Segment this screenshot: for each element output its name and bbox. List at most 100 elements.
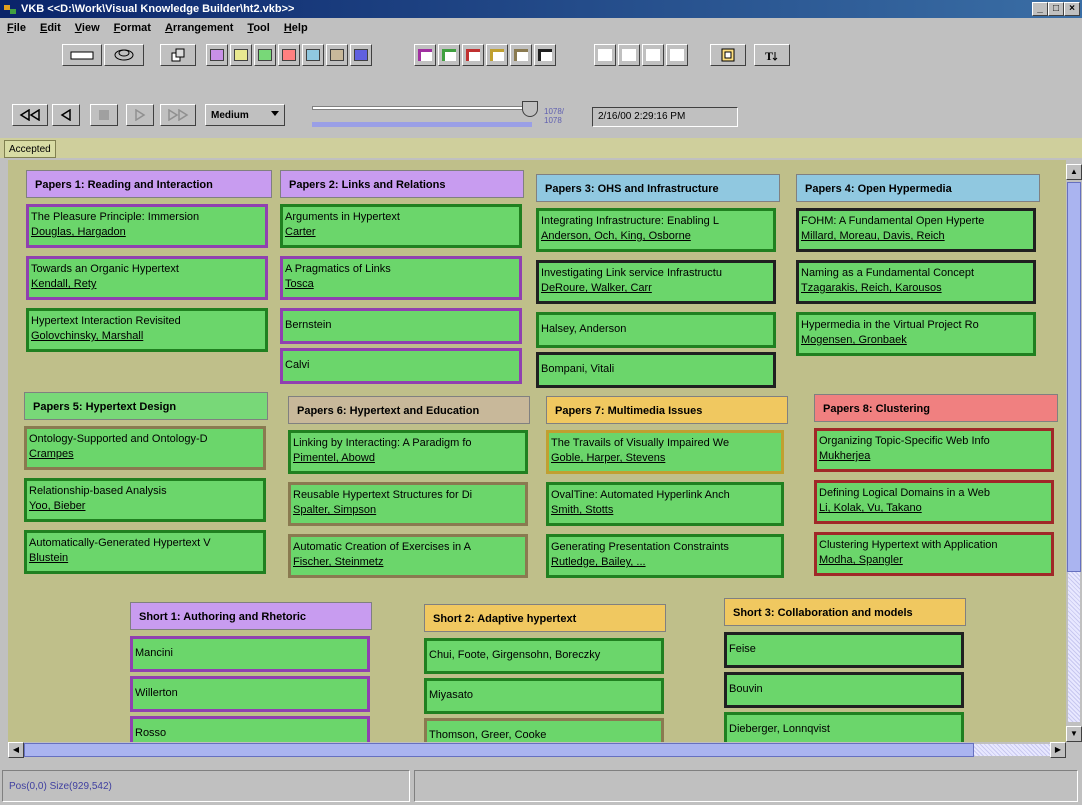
new-collection-button[interactable] bbox=[62, 44, 102, 66]
paper-note[interactable]: Ontology-Supported and Ontology-D Crampes bbox=[24, 426, 266, 470]
paper-note[interactable]: Hypertext Interaction Revisited Golovchin… bbox=[26, 308, 268, 352]
scroll-down-icon[interactable]: ▼ bbox=[1066, 726, 1082, 742]
link-button[interactable] bbox=[104, 44, 144, 66]
border-color-button[interactable] bbox=[486, 44, 508, 66]
fill-color-button[interactable] bbox=[302, 44, 324, 66]
image-button[interactable] bbox=[710, 44, 746, 66]
collection-title[interactable]: Papers 4: Open Hypermedia bbox=[796, 174, 1040, 202]
minimize-button[interactable]: _ bbox=[1032, 2, 1048, 16]
paper-title: Naming as a Fundamental Concept bbox=[801, 267, 975, 279]
fill-color-button[interactable] bbox=[254, 44, 276, 66]
vertical-scrollbar[interactable]: ▲ ▼ bbox=[1066, 160, 1082, 742]
collection-title[interactable]: Short 2: Adaptive hypertext bbox=[424, 604, 666, 632]
paper-note[interactable]: Reusable Hypertext Structures for Di Spal… bbox=[288, 482, 528, 526]
menu-format[interactable]: Format bbox=[107, 22, 158, 34]
paper-note[interactable]: Organizing Topic-Specific Web Info Mukher… bbox=[814, 428, 1054, 472]
menu-view[interactable]: View bbox=[68, 22, 107, 34]
paper-note[interactable]: Arguments in Hypertext Carter bbox=[280, 204, 522, 248]
border-color-button[interactable] bbox=[534, 44, 556, 66]
paper-note[interactable]: A Pragmatics of Links Tosca bbox=[280, 256, 522, 300]
tab-accepted[interactable]: Accepted bbox=[4, 140, 56, 158]
paper-note[interactable]: Bompani, Vitali bbox=[536, 352, 776, 388]
menu-edit[interactable]: Edit bbox=[33, 22, 68, 34]
paper-note[interactable]: Thomson, Greer, Cooke bbox=[424, 718, 664, 742]
menu-file[interactable]: File bbox=[0, 22, 33, 34]
status-empty-panel bbox=[414, 770, 1078, 802]
collection-title[interactable]: Papers 5: Hypertext Design bbox=[24, 392, 268, 420]
fast-forward-button[interactable] bbox=[160, 104, 196, 126]
paper-note[interactable]: Automatic Creation of Exercises in A Fisc… bbox=[288, 534, 528, 578]
collection-title[interactable]: Short 1: Authoring and Rhetoric bbox=[130, 602, 372, 630]
paper-note[interactable]: Investigating Link service Infrastructu D… bbox=[536, 260, 776, 304]
history-slider-thumb[interactable] bbox=[522, 101, 538, 117]
border-style-button[interactable] bbox=[618, 44, 640, 66]
close-button[interactable]: × bbox=[1064, 2, 1080, 16]
history-slider-track[interactable] bbox=[312, 106, 532, 110]
fill-color-button[interactable] bbox=[326, 44, 348, 66]
paper-note[interactable]: Feise bbox=[724, 632, 964, 668]
maximize-button[interactable]: □ bbox=[1048, 2, 1064, 16]
speed-select[interactable]: Medium bbox=[205, 104, 285, 126]
paper-note[interactable]: Automatically-Generated Hypertext V Blust… bbox=[24, 530, 266, 574]
border-color-button[interactable] bbox=[414, 44, 436, 66]
paper-note[interactable]: Willerton bbox=[130, 676, 370, 712]
step-back-button[interactable] bbox=[52, 104, 80, 126]
paper-note[interactable]: Clustering Hypertext with Application Mod… bbox=[814, 532, 1054, 576]
horizontal-scrollbar[interactable]: ◀ ▶ bbox=[8, 742, 1066, 758]
paper-note[interactable]: Halsey, Anderson bbox=[536, 312, 776, 348]
fill-color-button[interactable] bbox=[206, 44, 228, 66]
paper-note[interactable]: Miyasato bbox=[424, 678, 664, 714]
text-size-button[interactable]: T bbox=[754, 44, 790, 66]
scroll-left-icon[interactable]: ◀ bbox=[8, 742, 24, 758]
play-button[interactable] bbox=[126, 104, 154, 126]
paper-note[interactable]: The Travails of Visually Impaired We Gobl… bbox=[546, 430, 784, 474]
border-color-button[interactable] bbox=[510, 44, 532, 66]
paper-note[interactable]: FOHM: A Fundamental Open Hyperte Millard,… bbox=[796, 208, 1036, 252]
collection-title[interactable]: Papers 7: Multimedia Issues bbox=[546, 396, 788, 424]
stop-button[interactable] bbox=[90, 104, 118, 126]
fill-color-button[interactable] bbox=[230, 44, 252, 66]
border-style-button[interactable] bbox=[594, 44, 616, 66]
rewind-button[interactable] bbox=[12, 104, 48, 126]
paper-note[interactable]: Relationship-based Analysis Yoo, Bieber bbox=[24, 478, 266, 522]
paper-note[interactable]: Bernstein bbox=[280, 308, 522, 344]
menu-tool[interactable]: Tool bbox=[240, 22, 276, 34]
paper-note[interactable]: Hypermedia in the Virtual Project Ro Moge… bbox=[796, 312, 1036, 356]
collection-title[interactable]: Papers 3: OHS and Infrastructure bbox=[536, 174, 780, 202]
paper-note[interactable]: The Pleasure Principle: Immersion Douglas… bbox=[26, 204, 268, 248]
paper-note[interactable]: Calvi bbox=[280, 348, 522, 384]
paper-note[interactable]: Mancini bbox=[130, 636, 370, 672]
paper-note[interactable]: Defining Logical Domains in a Web Li, Kol… bbox=[814, 480, 1054, 524]
menu-arrangement[interactable]: Arrangement bbox=[158, 22, 240, 34]
paper-title: Towards an Organic Hypertext bbox=[31, 263, 179, 275]
collection-title[interactable]: Papers 6: Hypertext and Education bbox=[288, 396, 530, 424]
paper-note[interactable]: OvalTine: Automated Hyperlink Anch Smith,… bbox=[546, 482, 784, 526]
scroll-up-icon[interactable]: ▲ bbox=[1066, 164, 1082, 180]
paper-note[interactable]: Bouvin bbox=[724, 672, 964, 708]
collection-title[interactable]: Papers 8: Clustering bbox=[814, 394, 1058, 422]
border-style-icon bbox=[622, 49, 636, 61]
paper-note[interactable]: Rosso bbox=[130, 716, 370, 742]
border-style-button[interactable] bbox=[642, 44, 664, 66]
collection-title[interactable]: Papers 2: Links and Relations bbox=[280, 170, 524, 198]
border-color-button[interactable] bbox=[462, 44, 484, 66]
collection-title[interactable]: Papers 1: Reading and Interaction bbox=[26, 170, 272, 198]
fill-color-button[interactable] bbox=[350, 44, 372, 66]
paper-note[interactable]: Generating Presentation Constraints Rutle… bbox=[546, 534, 784, 578]
paper-note[interactable]: Linking by Interacting: A Paradigm fo Pim… bbox=[288, 430, 528, 474]
paper-note[interactable]: Integrating Infrastructure: Enabling L An… bbox=[536, 208, 776, 252]
workspace-canvas[interactable]: Papers 1: Reading and Interaction The Ple… bbox=[8, 160, 1066, 742]
paper-note[interactable]: Dieberger, Lonnqvist bbox=[724, 712, 964, 742]
vertical-scroll-thumb[interactable] bbox=[1067, 182, 1081, 572]
stack-button[interactable] bbox=[160, 44, 196, 66]
menu-help[interactable]: Help bbox=[277, 22, 315, 34]
paper-note[interactable]: Naming as a Fundamental Concept Tzagaraki… bbox=[796, 260, 1036, 304]
border-color-button[interactable] bbox=[438, 44, 460, 66]
fill-color-button[interactable] bbox=[278, 44, 300, 66]
paper-note[interactable]: Towards an Organic Hypertext Kendall, Ret… bbox=[26, 256, 268, 300]
paper-note[interactable]: Chui, Foote, Girgensohn, Boreczky bbox=[424, 638, 664, 674]
border-style-button[interactable] bbox=[666, 44, 688, 66]
scroll-right-icon[interactable]: ▶ bbox=[1050, 742, 1066, 758]
collection-title[interactable]: Short 3: Collaboration and models bbox=[724, 598, 966, 626]
horizontal-scroll-thumb[interactable] bbox=[24, 743, 974, 757]
